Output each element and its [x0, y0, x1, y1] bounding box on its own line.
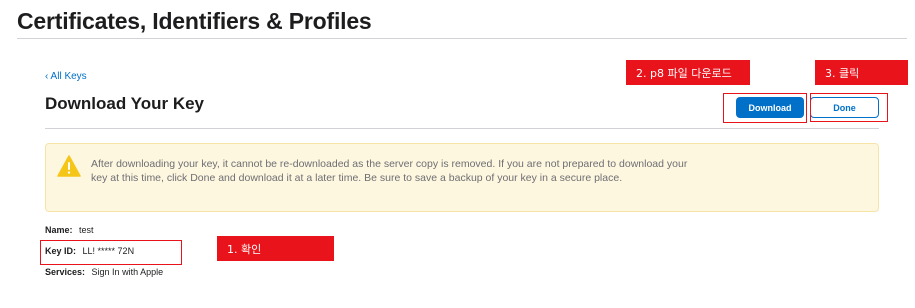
all-keys-back-link[interactable]: ‹ All Keys [45, 71, 87, 82]
title-divider [17, 38, 907, 39]
annotation-step2-label: 2. p8 파일 다운로드 [626, 60, 750, 85]
section-divider [45, 128, 879, 129]
page-title: Certificates, Identifiers & Profiles [17, 8, 372, 34]
key-name-row: Name: test [45, 225, 94, 235]
annotation-step3-label: 3. 클릭 [815, 60, 908, 85]
section-title: Download Your Key [45, 94, 205, 113]
annotation-download-highlight [723, 93, 807, 123]
key-name-value: test [79, 225, 94, 235]
warning-message: After downloading your key, it cannot be… [91, 158, 688, 184]
services-value: Sign In with Apple [91, 267, 164, 277]
warning-banner: After downloading your key, it cannot be… [45, 143, 879, 212]
annotation-key-id-highlight [40, 240, 182, 265]
key-name-label: Name: [45, 225, 73, 235]
services-row: Services: Sign In with Apple [45, 267, 163, 277]
services-label: Services: [45, 267, 86, 277]
warning-triangle-icon [57, 155, 81, 177]
annotation-done-highlight [810, 93, 888, 122]
page: Certificates, Identifiers & Profiles ‹ A… [0, 0, 915, 308]
annotation-step1-label: 1. 확인 [217, 236, 334, 261]
